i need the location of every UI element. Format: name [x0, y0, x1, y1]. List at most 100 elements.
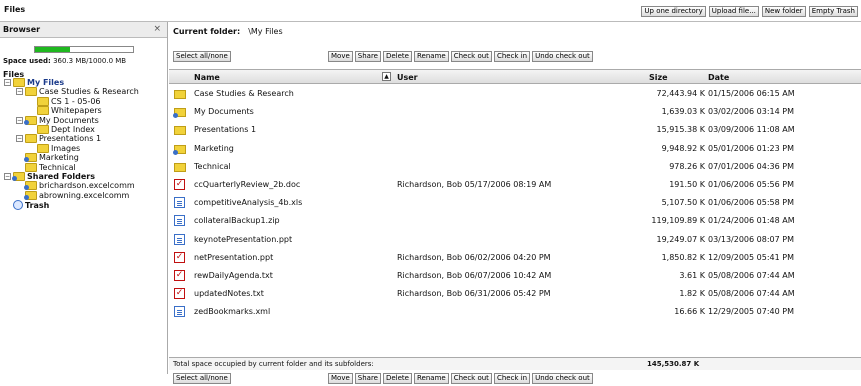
checked-out-icon: ✓	[174, 288, 185, 300]
table-header: Name ▲ User Size Date	[169, 70, 861, 84]
share-button[interactable]: Share	[354, 51, 381, 62]
tree-node[interactable]: CS 1 - 05-06	[28, 96, 101, 106]
rename-button-bottom[interactable]: Rename	[413, 373, 449, 384]
tree-node-label: Trash	[25, 200, 50, 210]
table-row[interactable]: ✓ ccQuarterlyReview_2b.doc Richardson, Bob…	[169, 176, 861, 194]
sidebar-title: Browser	[3, 25, 41, 34]
table-row[interactable]: zedBookmarks.xml 16.66 K 12/29/2005 07:40 …	[169, 303, 861, 321]
shared-folder-icon	[173, 108, 186, 119]
document-icon	[174, 197, 185, 209]
delete-button-bottom[interactable]: Delete	[382, 373, 412, 384]
up-one-directory-button[interactable]: Up one directory	[641, 6, 706, 17]
table-row[interactable]: Case Studies & Research 72,443.94 K 01/15/…	[169, 85, 861, 103]
tree-node[interactable]: − Shared Folders	[4, 172, 95, 181]
collapse-toggle-icon[interactable]: −	[16, 116, 23, 124]
file-name[interactable]: netPresentation.ppt	[194, 253, 273, 262]
select-all-button[interactable]: Select all/none	[173, 51, 231, 62]
tree-node-label: CS 1 - 05-06	[51, 96, 101, 106]
delete-button[interactable]: Delete	[382, 51, 412, 62]
new-folder-button[interactable]: New folder	[761, 6, 806, 17]
table-row[interactable]: competitiveAnalysis_4b.xls 5,107.50 K 01/0…	[169, 194, 861, 212]
file-name[interactable]: My Documents	[194, 107, 254, 116]
column-header-name[interactable]: Name	[194, 73, 220, 82]
table-row[interactable]: ✓ netPresentation.ppt Richardson, Bob 06/0…	[169, 249, 861, 267]
total-value: 145,530.87 K	[647, 360, 700, 368]
empty-trash-button[interactable]: Empty Trash	[808, 6, 858, 17]
check-out-button[interactable]: Check out	[450, 51, 492, 62]
tree-node[interactable]: Technical	[16, 162, 76, 172]
tree-node[interactable]: abrowning.excelcomm	[16, 190, 129, 200]
collapse-toggle-icon[interactable]: −	[16, 135, 23, 143]
file-name[interactable]: Case Studies & Research	[194, 89, 294, 98]
checked-out-by: Richardson, Bob 06/07/2006 10:42 AM	[397, 271, 552, 280]
file-name[interactable]: rewDailyAgenda.txt	[194, 271, 273, 280]
check-in-button[interactable]: Check in	[493, 51, 531, 62]
shared-folder-icon	[24, 153, 37, 163]
table-row[interactable]: keynotePresentation.ppt 19,249.07 K 03/13/…	[169, 231, 861, 249]
tree-node-label: My Files	[27, 78, 65, 87]
top-toolbar: Up one directory Upload file... New fold…	[641, 6, 858, 17]
move-button[interactable]: Move	[328, 51, 353, 62]
undo-check-out-button-bottom[interactable]: Undo check out	[532, 373, 593, 384]
file-name[interactable]: collateralBackup1.zip	[194, 216, 280, 225]
file-name[interactable]: updatedNotes.txt	[194, 289, 264, 298]
file-date: 07/01/2006 04:36 PM	[708, 161, 794, 171]
file-name[interactable]: zedBookmarks.xml	[194, 307, 270, 316]
tree-node[interactable]: − My Documents	[16, 115, 99, 125]
file-name[interactable]: ccQuarterlyReview_2b.doc	[194, 180, 300, 189]
check-out-button-bottom[interactable]: Check out	[450, 373, 492, 384]
tree-node[interactable]: − Presentations 1	[16, 134, 102, 144]
tree-node[interactable]: − Case Studies & Research	[16, 87, 139, 97]
file-date: 01/15/2006 06:15 AM	[708, 89, 795, 98]
tree-node-label: Technical	[39, 162, 76, 172]
file-size: 16.66 K	[674, 307, 705, 317]
shared-folder-icon	[12, 172, 25, 181]
undo-check-out-button[interactable]: Undo check out	[532, 51, 593, 62]
tree-node[interactable]: Whitepapers	[28, 106, 102, 116]
table-row[interactable]: collateralBackup1.zip 119,109.89 K 01/24/2…	[169, 212, 861, 230]
column-header-date[interactable]: Date	[708, 73, 729, 82]
table-row[interactable]: Marketing 9,948.92 K 05/01/2006 01:23 PM	[169, 140, 861, 158]
file-date: 01/06/2006 05:56 PM	[708, 180, 794, 189]
upload-file-button[interactable]: Upload file...	[708, 6, 759, 17]
table-row[interactable]: ✓ updatedNotes.txt Richardson, Bob 06/31/2…	[169, 285, 861, 303]
document-icon	[174, 233, 185, 245]
table-row[interactable]: ✓ rewDailyAgenda.txt Richardson, Bob 06/07…	[169, 267, 861, 285]
file-size: 5,107.50 K	[661, 198, 705, 208]
file-name[interactable]: Marketing	[194, 144, 234, 153]
folder-icon	[37, 143, 49, 153]
action-buttons: Move Share Delete Rename Check out Check…	[328, 51, 593, 62]
column-header-size[interactable]: Size	[649, 73, 668, 82]
file-name[interactable]: Presentations 1	[194, 125, 256, 134]
column-header-user[interactable]: User	[397, 73, 418, 82]
file-table: Name ▲ User Size Date Case Studies & Res…	[169, 69, 861, 357]
file-name[interactable]: Technical	[194, 162, 231, 171]
table-row[interactable]: Presentations 1 15,915.38 K 03/09/2006 11:…	[169, 121, 861, 139]
quota-label: Space used:	[3, 57, 51, 65]
collapse-toggle-icon[interactable]: −	[4, 79, 11, 86]
tree-node[interactable]: brichardson.excelcomm	[16, 181, 135, 191]
file-size: 978.26 K	[669, 161, 705, 171]
close-icon[interactable]: ×	[153, 24, 161, 34]
tree-node[interactable]: Images	[28, 143, 80, 153]
check-in-button-bottom[interactable]: Check in	[493, 373, 531, 384]
folder-icon	[174, 162, 186, 172]
share-button-bottom[interactable]: Share	[354, 373, 381, 384]
tree-node[interactable]: Dept Index	[28, 125, 95, 134]
tree-node-label: Presentations 1	[39, 134, 102, 144]
rename-button[interactable]: Rename	[413, 51, 449, 62]
breadcrumb-label: Current folder:	[173, 27, 241, 36]
tree-node[interactable]: Trash	[4, 200, 50, 211]
move-button-bottom[interactable]: Move	[328, 373, 353, 384]
file-name[interactable]: competitiveAnalysis_4b.xls	[194, 198, 302, 207]
collapse-toggle-icon[interactable]: −	[4, 173, 11, 180]
sort-arrow-icon[interactable]: ▲	[382, 72, 391, 81]
file-name[interactable]: keynotePresentation.ppt	[194, 235, 292, 244]
table-row[interactable]: Technical 978.26 K 07/01/2006 04:36 PM	[169, 158, 861, 176]
table-row[interactable]: My Documents 1,639.03 K 03/02/2006 03:14 P…	[169, 103, 861, 121]
tree-node[interactable]: Marketing	[16, 153, 79, 163]
checked-out-icon: ✓	[174, 251, 185, 263]
select-all-button-bottom[interactable]: Select all/none	[173, 373, 231, 384]
collapse-toggle-icon[interactable]: −	[16, 88, 23, 96]
tree-node[interactable]: − My Files	[4, 78, 64, 87]
